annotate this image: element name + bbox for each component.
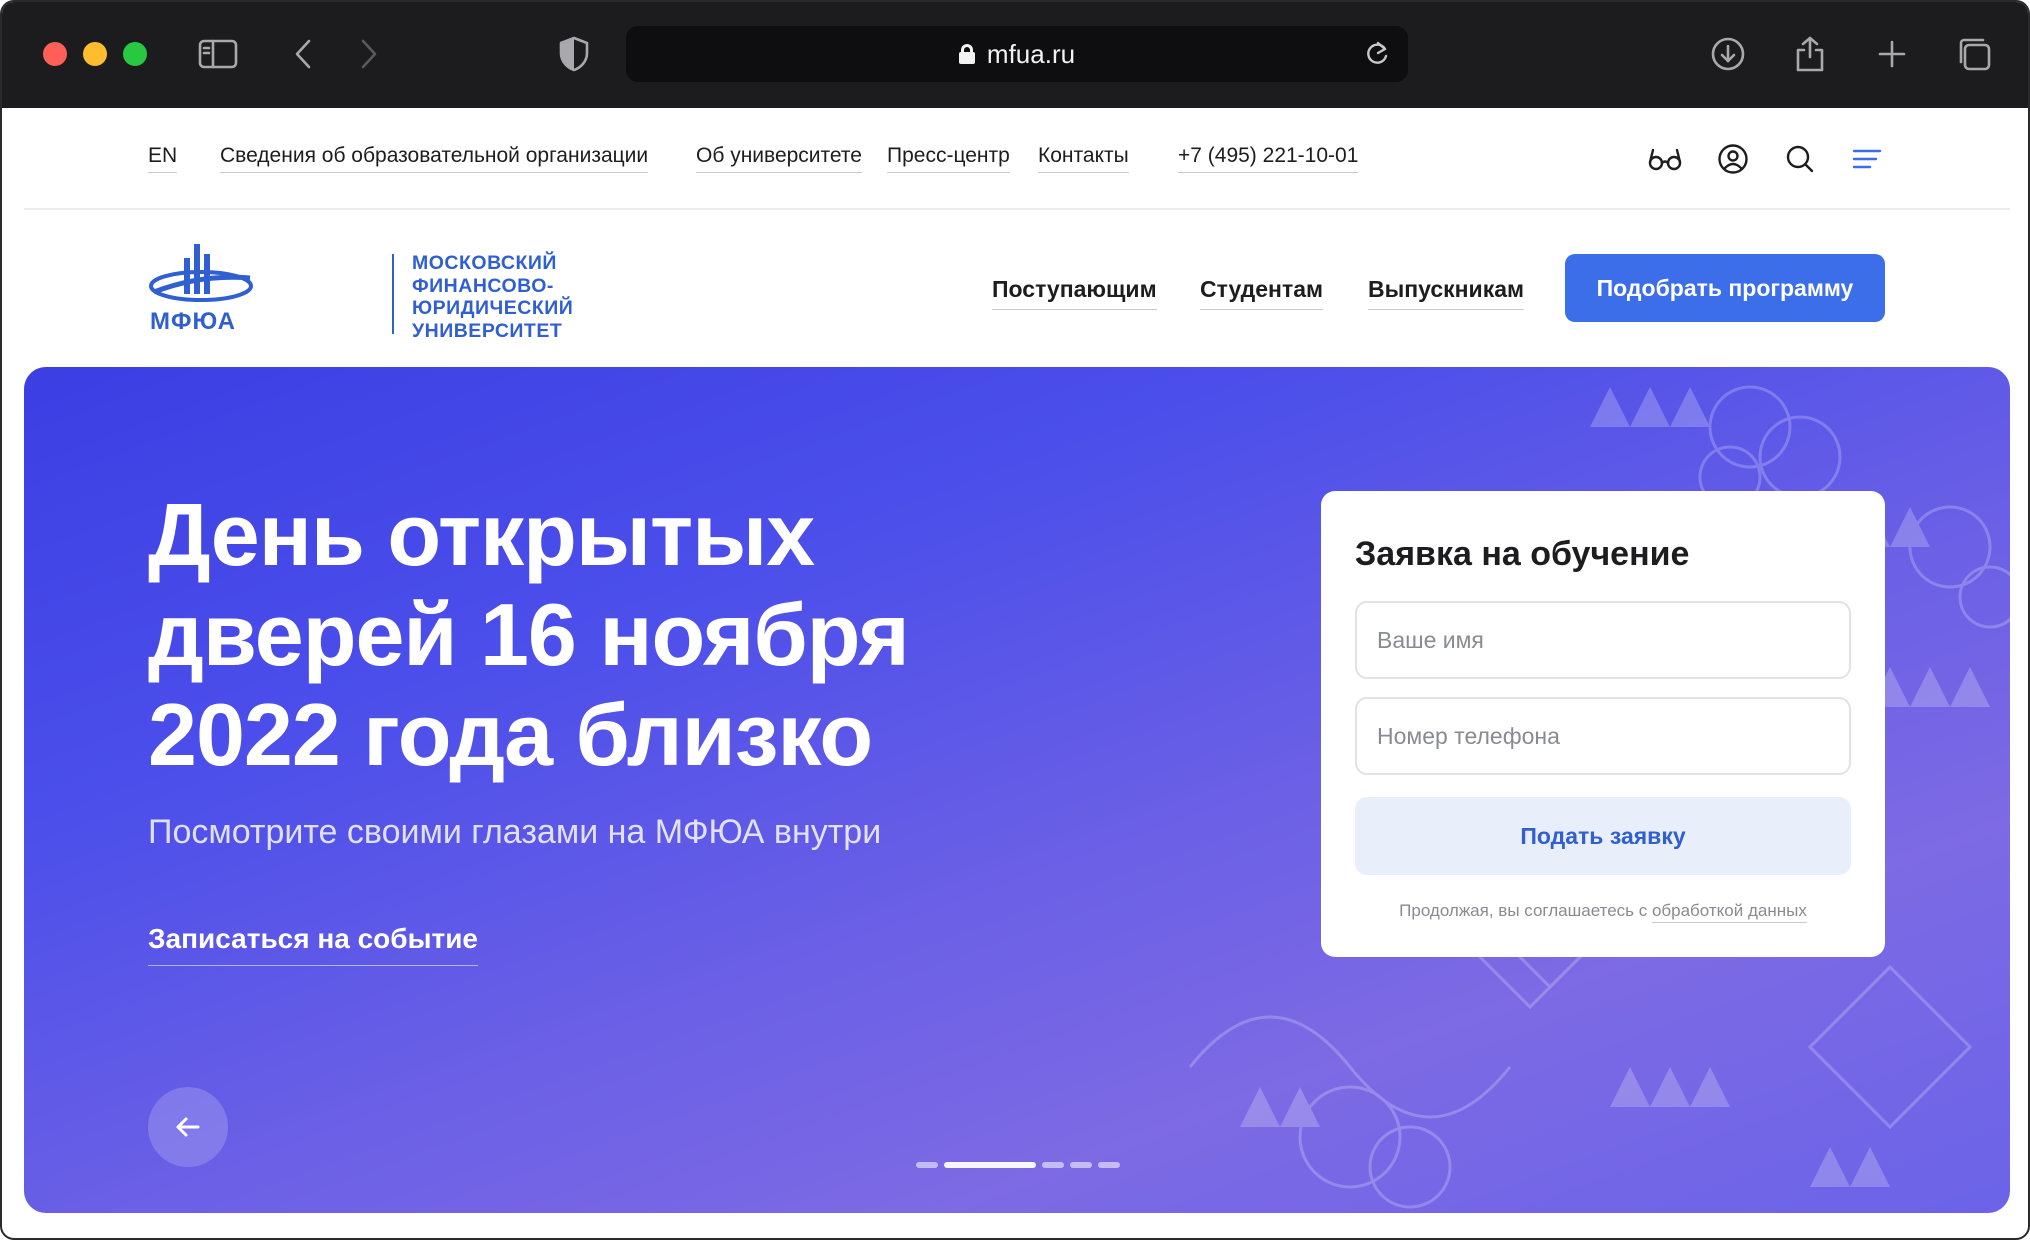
prev-slide-button[interactable] [148, 1087, 228, 1167]
choose-program-button[interactable]: Подобрать программу [1565, 254, 1885, 322]
utility-link-about[interactable]: Об университете [696, 144, 862, 173]
nav-applicants[interactable]: Поступающим [992, 276, 1157, 310]
hero-title: День открытых дверей 16 ноября 2022 года… [148, 485, 1048, 785]
minimize-window-button[interactable] [83, 42, 107, 66]
back-icon[interactable] [282, 32, 326, 76]
data-processing-link[interactable]: обработкой данных [1651, 901, 1807, 923]
phone-link[interactable]: +7 (495) 221-10-01 [1178, 144, 1359, 173]
main-header: МФЮА МОСКОВСКИЙ ФИНАНСОВО- ЮРИДИЧЕСКИЙ У… [24, 212, 2010, 367]
nav-graduates[interactable]: Выпускникам [1368, 276, 1525, 310]
utility-link-press[interactable]: Пресс-центр [887, 144, 1010, 173]
logo-line: ФИНАНСОВО- [412, 274, 554, 297]
reload-icon[interactable] [1364, 40, 1390, 73]
forward-icon[interactable] [346, 32, 390, 76]
browser-window: mfua.ru EN Сведения об образовательной о… [0, 0, 2030, 1240]
zoom-window-button[interactable] [123, 42, 147, 66]
logo-line: ЮРИДИЧЕСКИЙ [412, 297, 574, 319]
new-tab-icon[interactable] [1870, 32, 1914, 76]
user-account-icon[interactable] [1714, 140, 1752, 178]
language-switch[interactable]: EN [148, 144, 178, 173]
logo-line: МОСКОВСКИЙ [412, 252, 557, 274]
hero-title-line: День открытых [148, 485, 815, 584]
lock-icon [958, 44, 975, 64]
tabs-overview-icon[interactable] [1952, 32, 1996, 76]
university-logo[interactable]: МФЮА МОСКОВСКИЙ ФИНАНСОВО- ЮРИДИЧЕСКИЙ У… [146, 240, 573, 342]
form-title: Заявка на обучение [1355, 535, 1690, 573]
slide-dot[interactable] [1098, 1162, 1120, 1168]
hero-title-line: дверей 16 ноября [148, 585, 910, 684]
utility-link-org-info[interactable]: Сведения об образовательной организации [220, 144, 649, 173]
hero-banner: День открытых дверей 16 ноября 2022 года… [24, 367, 2010, 1213]
register-event-link[interactable]: Записаться на событие [148, 923, 478, 966]
menu-icon[interactable] [1848, 140, 1886, 178]
shield-icon[interactable] [552, 32, 596, 76]
slide-dot[interactable] [1070, 1162, 1092, 1168]
name-input[interactable] [1355, 601, 1851, 679]
consent-note: Продолжая, вы соглашаетесь с обработкой … [1321, 901, 1885, 923]
slide-dot[interactable] [944, 1162, 1036, 1168]
phone-input[interactable] [1355, 697, 1851, 775]
logo-abbreviation: МФЮА [150, 308, 236, 335]
consent-text: Продолжая, вы соглашаетесь с [1399, 901, 1652, 920]
hero-title-line: 2022 года близко [148, 685, 873, 784]
hero-subtitle: Посмотрите своими глазами на МФЮА внутри [148, 813, 882, 851]
sidebar-toggle-icon[interactable] [196, 32, 240, 76]
slide-dot[interactable] [1042, 1162, 1064, 1168]
slide-dot[interactable] [916, 1162, 938, 1168]
utility-link-contacts[interactable]: Контакты [1038, 144, 1129, 173]
logo-wordmark: МОСКОВСКИЙ ФИНАНСОВО- ЮРИДИЧЕСКИЙ УНИВЕР… [412, 252, 573, 342]
browser-toolbar: mfua.ru [2, 2, 2028, 108]
submit-application-button[interactable]: Подать заявку [1355, 797, 1851, 875]
accessibility-glasses-icon[interactable] [1646, 140, 1684, 178]
download-icon[interactable] [1706, 32, 1750, 76]
close-window-button[interactable] [43, 42, 67, 66]
share-icon[interactable] [1788, 32, 1832, 76]
slide-indicators [916, 1162, 1120, 1168]
logo-emblem-icon [149, 244, 253, 302]
logo-divider [392, 254, 394, 334]
logo-line: УНИВЕРСИТЕТ [412, 319, 563, 342]
arrow-left-icon [176, 1117, 200, 1137]
nav-students[interactable]: Студентам [1200, 276, 1324, 310]
address-bar[interactable]: mfua.ru [626, 26, 1408, 82]
url-text: mfua.ru [986, 38, 1076, 69]
utility-nav: EN Сведения об образовательной организац… [24, 108, 2010, 210]
application-form: Заявка на обучение Подать заявку Продолж… [1321, 491, 1885, 957]
search-icon[interactable] [1781, 140, 1819, 178]
